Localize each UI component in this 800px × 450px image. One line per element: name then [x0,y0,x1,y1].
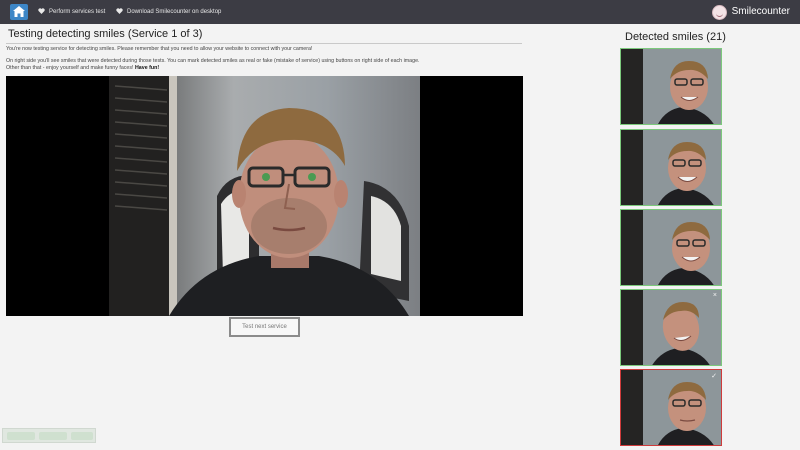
nav-label: Download Smilecounter on desktop [127,9,222,15]
smile-photo [621,49,721,124]
smile-thumbnail: ✓ [620,369,722,446]
nav-download-desktop[interactable]: Download Smilecounter on desktop [116,0,221,24]
test-next-service-button[interactable]: Test next service [229,317,300,337]
nav-perform-services-test[interactable]: Perform services test [38,0,105,24]
widget-item[interactable] [39,432,67,440]
smile-thumbnail [620,48,722,125]
page-title: Testing detecting smiles (Service 1 of 3… [8,28,203,40]
home-button[interactable] [10,4,28,20]
title-divider [6,43,522,44]
widget-item[interactable] [71,432,93,440]
bottom-status-widget [2,428,96,443]
confirm-icon[interactable]: ✓ [711,372,717,380]
smile-photo [621,210,721,285]
smile-photo [621,130,721,205]
heart-icon [116,8,123,14]
smile-logo-icon [711,5,727,20]
detected-smiles-title: Detected smiles (21) [625,31,726,43]
brand-name: Smilecounter [731,6,790,17]
smile-thumbnail: × [620,289,722,366]
home-icon [13,6,25,17]
smile-thumbnail [620,209,722,286]
top-navbar: Perform services test Download Smilecoun… [0,0,800,24]
intro-fun-text: Other than that - enjoy yourself and mak… [6,65,134,71]
camera-feed-image [109,76,420,316]
heart-icon [38,8,45,14]
intro-fun-bold: Have fun! [134,65,160,71]
nav-label: Perform services test [49,9,106,15]
brand-link[interactable]: Smilecounter [711,0,790,24]
intro-text-camera: You're now testing service for detecting… [6,46,313,52]
widget-item[interactable] [7,432,35,440]
intro-text-fun: Other than that - enjoy yourself and mak… [6,65,159,71]
intro-text-sidebar: On right side you'll see smiles that wer… [6,58,420,64]
reject-icon[interactable]: × [713,292,717,299]
smile-photo [621,290,721,365]
camera-video [6,76,523,316]
smile-photo [621,370,721,445]
smile-thumbnail [620,129,722,206]
